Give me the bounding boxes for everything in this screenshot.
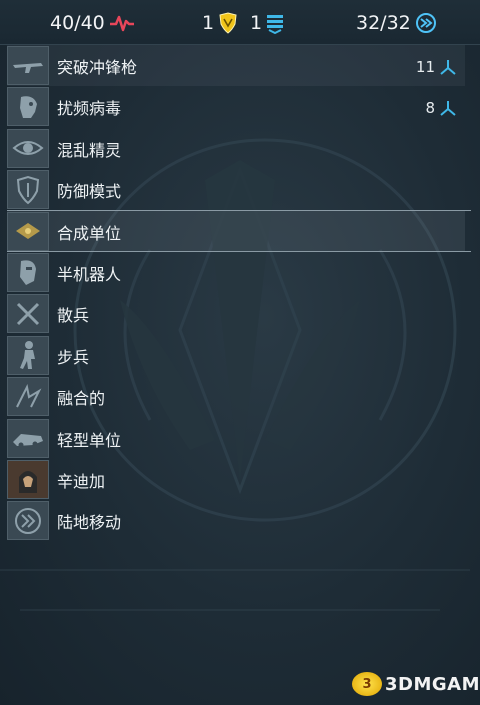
list-item[interactable]: 混乱精灵 [7,128,465,169]
unit-icon [440,101,456,117]
watermark-text: 3DMGAME [385,673,480,695]
list-item-label: 融合的 [57,389,106,409]
energy-value: 32/32 [356,12,411,34]
list-item[interactable]: 扰频病毒 8 [7,86,465,127]
list-item-count: 11 [415,58,435,76]
shield-stat: 1 [250,10,284,36]
armor-value: 1 [202,12,215,34]
list-item[interactable]: 散兵 [7,293,465,334]
energy-icon [415,13,436,33]
resource-bar: 40/40 1 1 32/32 [0,0,480,45]
health-stat: 40/40 [50,10,135,36]
list-item-label: 步兵 [57,347,90,367]
watermark-badge-text: 3 [362,676,372,692]
light-unit-icon [7,418,49,458]
list-item[interactable]: 合成单位 [7,210,465,252]
list-item-count: 8 [425,99,435,118]
fusion-icon [7,377,49,417]
list-item-label: 辛迪加 [57,471,106,491]
list-item[interactable]: 半机器人 [7,252,465,293]
syndicate-icon [7,459,49,499]
list-item-label: 轻型单位 [57,430,122,450]
soldier-icon [7,335,49,375]
unit-icon [440,60,456,75]
unit-info-panel: 40/40 1 1 32/32 突破冲锋枪 11 扰频病毒 8 混乱精灵 防御模… [0,0,480,705]
virus-head-icon [7,87,49,127]
list-item[interactable]: 突破冲锋枪 11 [7,45,465,87]
armor-shield-icon [219,12,237,34]
list-item-label: 防御模式 [57,182,122,202]
shield-stack-icon [267,15,284,34]
shield-value: 1 [250,12,263,34]
list-item-label: 半机器人 [57,264,122,284]
list-item[interactable]: 融合的 [7,376,465,417]
shield-icon [7,170,49,210]
synthetic-icon [7,211,49,251]
list-item[interactable]: 防御模式 [7,169,465,210]
list-item-label: 陆地移动 [57,513,122,533]
ground-move-icon [7,501,49,541]
cyborg-head-icon [7,252,49,292]
list-item-label: 突破冲锋枪 [57,58,138,77]
health-value: 40/40 [50,12,105,34]
smg-icon [7,46,49,85]
list-item[interactable]: 陆地移动 [7,500,465,541]
attribute-list: 突破冲锋枪 11 扰频病毒 8 混乱精灵 防御模式 合成单位 半机器人 散兵 步… [7,45,471,542]
list-item[interactable]: 轻型单位 [7,418,465,459]
eye-icon [7,128,49,168]
energy-stat: 32/32 [356,10,437,36]
watermark: 3 3DMGAME [352,672,480,696]
crossed-blades-icon [7,294,49,334]
heartbeat-icon [109,15,134,32]
armor-stat: 1 [202,10,238,36]
list-item[interactable]: 辛迪加 [7,459,465,500]
list-item-label: 散兵 [57,306,90,326]
list-item-label: 合成单位 [57,223,122,243]
list-item-label: 混乱精灵 [57,140,122,160]
list-item-label: 扰频病毒 [57,99,122,119]
list-item[interactable]: 步兵 [7,335,465,376]
watermark-logo: 3 [352,672,382,696]
